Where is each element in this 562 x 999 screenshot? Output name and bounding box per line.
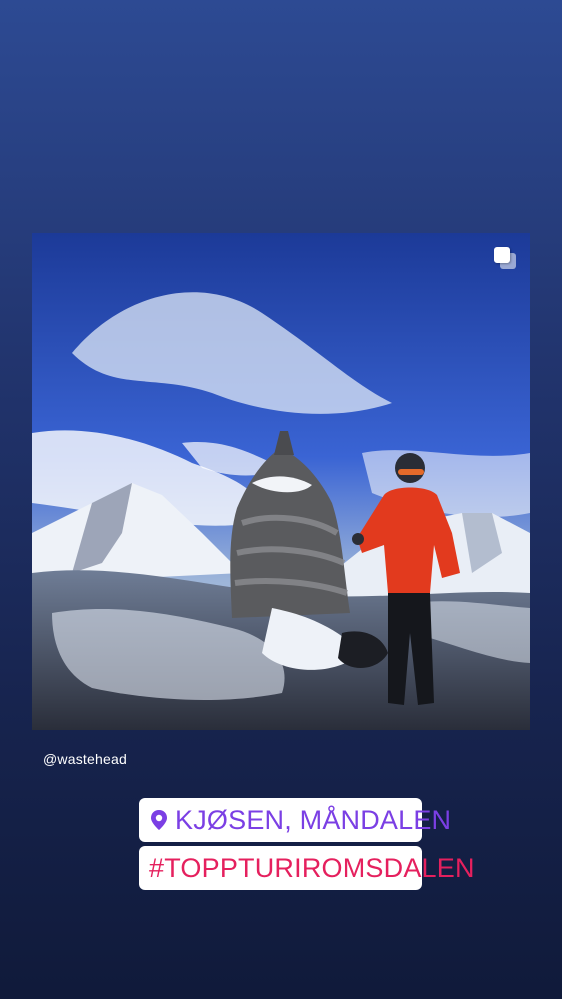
multiple-photos-icon: [494, 247, 516, 269]
mountain-summit-photo: [32, 233, 530, 730]
location-sticker-text: KJØSEN, MÅNDALEN: [175, 804, 452, 835]
post-photo[interactable]: [32, 233, 530, 730]
author-credit[interactable]: @wastehead: [43, 751, 127, 767]
hashtag-sticker[interactable]: #TOPPTURIROMSDALEN: [139, 846, 474, 890]
hashtag-sticker-text: #TOPPTURIROMSDALEN: [149, 852, 475, 883]
location-pin-icon: [149, 809, 169, 831]
location-sticker[interactable]: KJØSEN, MÅNDALEN: [139, 798, 451, 842]
